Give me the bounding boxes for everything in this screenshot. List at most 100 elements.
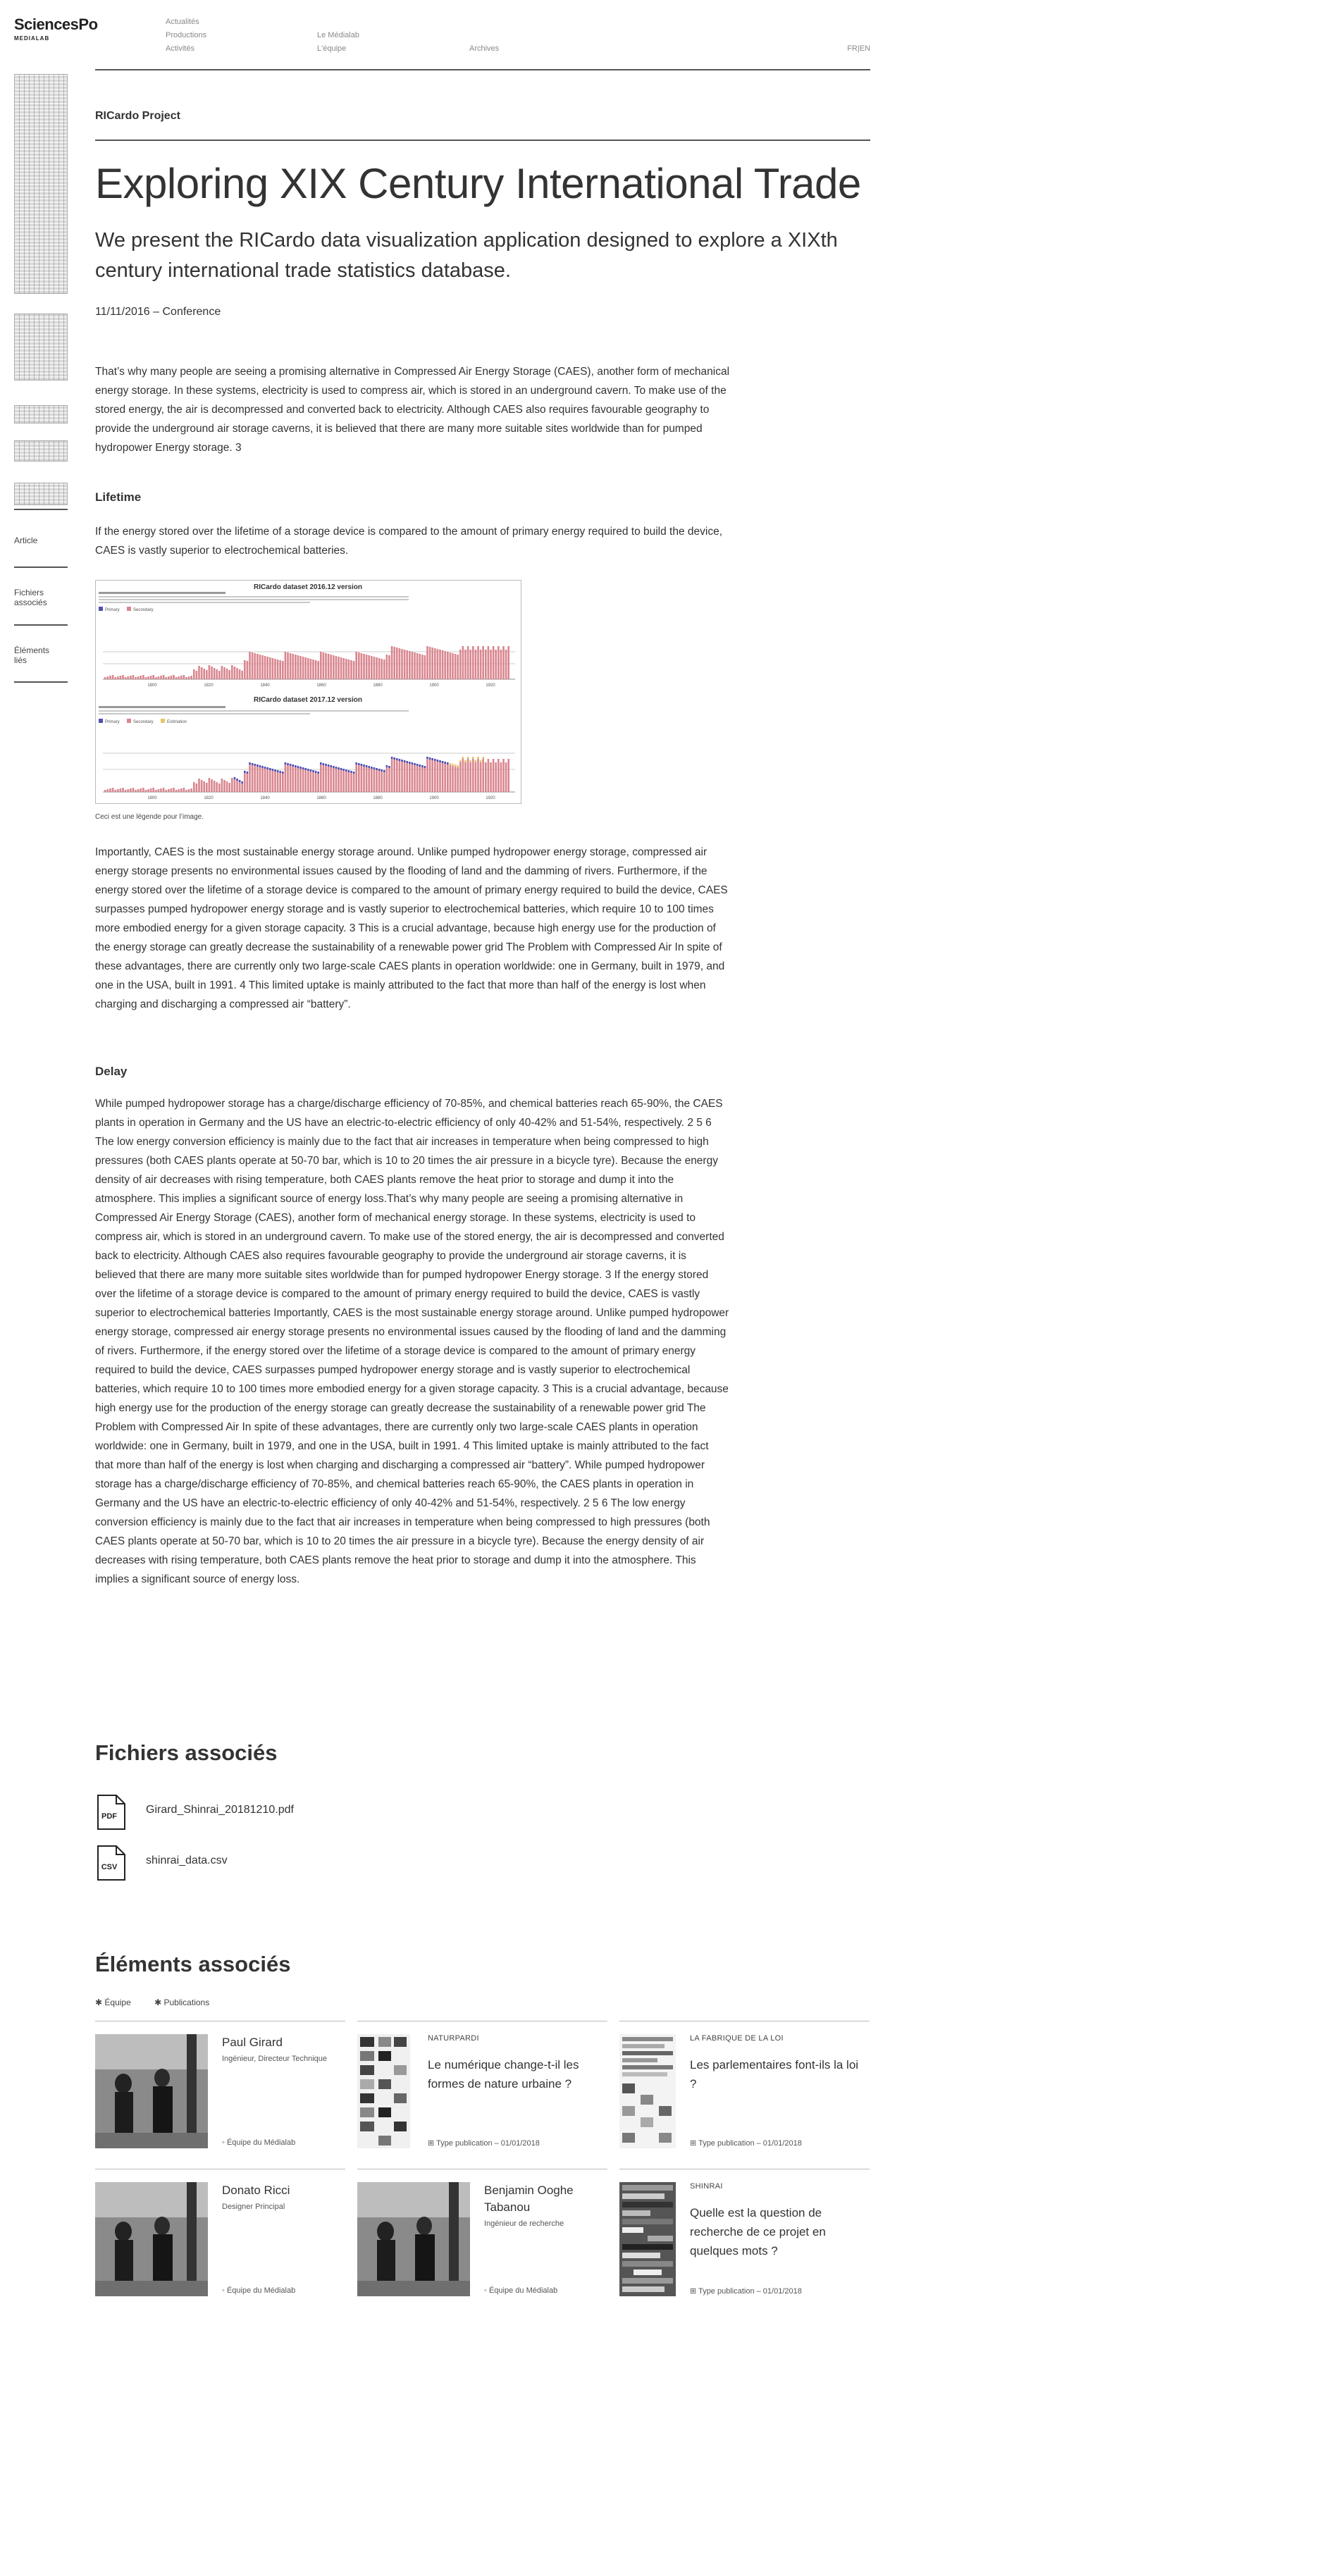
chart-bar bbox=[360, 766, 363, 792]
chart-bar bbox=[498, 759, 500, 792]
chart-bar bbox=[479, 650, 482, 679]
card-footer-label: Équipe du Médialab bbox=[488, 2286, 558, 2295]
related-card-person[interactable]: Donato Ricci Designer Principal ◦ Équipe… bbox=[95, 2169, 345, 2304]
chart-bar bbox=[254, 653, 256, 679]
sidebar-link-article[interactable]: Article bbox=[14, 535, 37, 545]
chart-bar bbox=[259, 767, 261, 792]
chart1-subtitle-bar bbox=[99, 592, 225, 594]
related-card-publication[interactable]: SHINRAI Quelle est la question de recher… bbox=[619, 2169, 870, 2304]
chart2-tick-label: 1840 bbox=[260, 796, 270, 800]
chart-bar bbox=[452, 766, 454, 792]
chart-bar bbox=[228, 783, 230, 792]
publication-title[interactable]: Quelle est la question de recherche de c… bbox=[690, 2203, 866, 2260]
filter-publications[interactable]: ✱ Publications bbox=[154, 1998, 209, 2007]
publication-title[interactable]: Le numérique change-t-il les formes de n… bbox=[428, 2055, 604, 2093]
chart-bar-top bbox=[249, 762, 251, 764]
chart2-legend-secondary: Secondary bbox=[133, 720, 154, 724]
chart-bar bbox=[322, 652, 325, 679]
chart-bar bbox=[411, 764, 414, 792]
related-card-person[interactable]: Benjamin Ooghe Tabanou Ingénieur de rech… bbox=[357, 2169, 607, 2304]
nav-archives[interactable]: Archives bbox=[469, 44, 499, 53]
chart1-tick-label: 1800 bbox=[147, 683, 157, 688]
file-item-pdf[interactable]: PDF Girard_Shinrai_20181210.pdf bbox=[95, 1794, 518, 1831]
chart-bar bbox=[477, 759, 479, 792]
chart-bar-top bbox=[454, 764, 457, 767]
file-name[interactable]: shinrai_data.csv bbox=[146, 1854, 228, 1867]
chart-bar bbox=[495, 650, 497, 679]
chart-bar bbox=[241, 671, 243, 679]
nav-le-medialab[interactable]: Le Médialab bbox=[317, 31, 359, 39]
chart-bar bbox=[282, 774, 284, 792]
chart-bar bbox=[462, 759, 464, 792]
page-minimap-main[interactable] bbox=[14, 74, 68, 294]
person-name[interactable]: Donato Ricci bbox=[222, 2182, 345, 2199]
chart-bar bbox=[441, 763, 444, 792]
lifetime-paragraph: If the energy stored over the lifetime o… bbox=[95, 526, 723, 557]
chart-bar bbox=[409, 764, 411, 792]
chart-bar bbox=[474, 762, 477, 792]
chart-bar bbox=[231, 778, 233, 792]
chart1-title: RICardo dataset 2016.12 version bbox=[254, 583, 362, 591]
person-name[interactable]: Paul Girard bbox=[222, 2034, 345, 2051]
chart-bar bbox=[474, 650, 477, 679]
file-name[interactable]: Girard_Shinrai_20181210.pdf bbox=[146, 1804, 294, 1816]
chart-bar bbox=[225, 669, 228, 679]
chart-bar-top bbox=[251, 763, 254, 765]
chart-bar bbox=[426, 759, 428, 792]
chart-bar bbox=[365, 767, 368, 792]
page-minimap-block[interactable] bbox=[14, 405, 68, 423]
chart-bar-top bbox=[416, 764, 419, 766]
chart-bar bbox=[155, 790, 157, 792]
page-minimap-block[interactable] bbox=[14, 440, 68, 462]
chart-bar bbox=[304, 770, 307, 792]
page-subtitle: We present the RICardo data visualizatio… bbox=[95, 229, 838, 282]
chart-bar bbox=[330, 767, 332, 792]
chart-bar-top bbox=[317, 772, 319, 774]
filter-equipe[interactable]: ✱ Équipe bbox=[95, 1998, 131, 2007]
related-card-publication[interactable]: LA FABRIQUE DE LA LOI Les parlementaires… bbox=[619, 2021, 870, 2156]
card-footer: ⊞ Type publication – 01/01/2018 bbox=[428, 2138, 540, 2148]
sidebar-link-fichiers[interactable]: Fichiers associés bbox=[14, 588, 56, 607]
chart-bar bbox=[274, 659, 276, 679]
ricardo-figure-svg: RICardo dataset 2016.12 version Primary … bbox=[99, 583, 515, 800]
chart1-x-ticks: 1800 1820 1840 1860 1880 1900 1920 bbox=[147, 683, 495, 688]
nav-equipe[interactable]: L'équipe bbox=[317, 44, 346, 53]
chart-bar bbox=[218, 784, 221, 792]
chart-bar bbox=[355, 652, 357, 679]
page-minimap-block[interactable] bbox=[14, 483, 68, 505]
chart2-legend-secondary-swatch bbox=[127, 719, 131, 723]
project-label[interactable]: RICardo Project bbox=[95, 110, 180, 123]
file-item-csv[interactable]: CSV shinrai_data.csv bbox=[95, 1845, 518, 1881]
chart-bar bbox=[368, 768, 370, 792]
chart-bar-top bbox=[421, 765, 424, 767]
chart-bar bbox=[233, 667, 236, 679]
related-card-publication[interactable]: NATURPARDI Le numérique change-t-il les … bbox=[357, 2021, 607, 2156]
sciencespo-medialab-logo[interactable]: SciencesPo MEDIALAB bbox=[14, 16, 98, 42]
chart-bar-top bbox=[388, 766, 390, 768]
chart-bar bbox=[424, 768, 426, 792]
language-switch[interactable]: FR|EN bbox=[847, 44, 870, 53]
nav-actualites[interactable]: Actualités bbox=[166, 18, 199, 26]
chart-bar-top bbox=[350, 771, 352, 773]
card-footer-label: Type publication – 01/01/2018 bbox=[698, 2287, 802, 2296]
chart-bar bbox=[419, 654, 421, 679]
chart-bar bbox=[299, 769, 302, 792]
chart-bar-top bbox=[403, 760, 406, 762]
related-card-person[interactable]: Paul Girard Ingénieur, Directeur Techniq… bbox=[95, 2021, 345, 2156]
ricardo-figure[interactable]: RICardo dataset 2016.12 version Primary … bbox=[95, 580, 521, 804]
chart-bar bbox=[421, 655, 424, 679]
chart2-x-ticks: 1800 1820 1840 1860 1880 1900 1920 bbox=[147, 796, 495, 800]
chart-bar bbox=[459, 762, 462, 792]
chart-bar-top bbox=[371, 767, 373, 769]
nav-productions[interactable]: Productions bbox=[166, 31, 206, 39]
sidebar-link-elements[interactable]: Éléments liés bbox=[14, 645, 56, 665]
page-minimap-section[interactable] bbox=[14, 314, 68, 380]
chart-bar bbox=[333, 655, 335, 679]
chart-bar bbox=[211, 667, 213, 679]
chart-bar bbox=[327, 654, 330, 679]
publication-title[interactable]: Les parlementaires font-ils la loi ? bbox=[690, 2055, 866, 2093]
chart-bar bbox=[173, 675, 175, 679]
nav-activites[interactable]: Activités bbox=[166, 44, 194, 53]
person-name[interactable]: Benjamin Ooghe Tabanou bbox=[484, 2182, 607, 2216]
chart-bar bbox=[401, 762, 403, 792]
